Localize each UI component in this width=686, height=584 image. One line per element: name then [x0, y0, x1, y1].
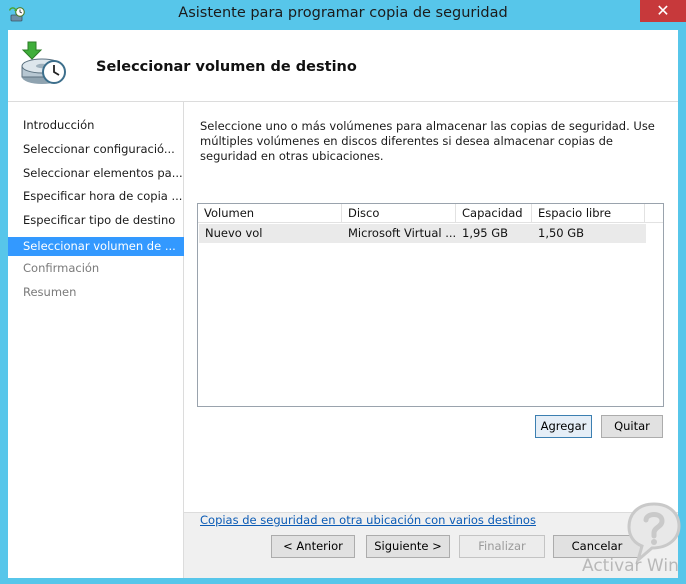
column-header-espacio-libre[interactable]: Espacio libre: [532, 204, 645, 223]
multiple-destinations-link[interactable]: Copias de seguridad en otra ubicación co…: [200, 513, 536, 527]
remove-button[interactable]: Quitar: [601, 415, 663, 438]
nav-item-confirmacion: Confirmación: [23, 261, 100, 275]
column-header-disco[interactable]: Disco: [342, 204, 456, 223]
cell-volumen: Nuevo vol: [205, 226, 263, 240]
close-button[interactable]: ✕: [640, 0, 686, 22]
footer-divider: [184, 512, 678, 513]
wizard-nav: Introducción Seleccionar configuració...…: [8, 102, 184, 578]
nav-item-seleccionar-elementos[interactable]: Seleccionar elementos pa...: [8, 164, 184, 183]
activation-watermark: Activar Win: [582, 556, 679, 576]
content-panel: Seleccione uno o más volúmenes para alma…: [184, 102, 678, 527]
description-text: Seleccione uno o más volúmenes para alma…: [200, 119, 655, 163]
cell-disco: Microsoft Virtual ...: [348, 226, 456, 240]
wizard-header: Seleccionar volumen de destino: [8, 30, 678, 102]
backup-wizard-icon: [21, 41, 66, 84]
title-bar[interactable]: Asistente para programar copia de seguri…: [0, 0, 686, 30]
cell-capacidad: 1,95 GB: [462, 226, 509, 240]
table-row[interactable]: Nuevo vol Microsoft Virtual ... 1,95 GB …: [199, 224, 646, 243]
cell-espacio-libre: 1,50 GB: [538, 226, 585, 240]
nav-item-especificar-tipo-destino[interactable]: Especificar tipo de destino: [8, 211, 184, 230]
nav-item-seleccionar-configuracion[interactable]: Seleccionar configuració...: [8, 140, 184, 159]
window-title: Asistente para programar copia de seguri…: [178, 5, 508, 21]
volume-table[interactable]: Volumen Disco Capacidad Espacio libre Nu…: [197, 203, 664, 407]
page-title: Seleccionar volumen de destino: [96, 59, 357, 75]
column-header-capacidad[interactable]: Capacidad: [456, 204, 532, 223]
finish-button: Finalizar: [459, 535, 545, 558]
table-header: Volumen Disco Capacidad Espacio libre: [198, 204, 663, 223]
wizard-body: Seleccionar volumen de destino Introducc…: [8, 30, 678, 578]
help-question-icon: [627, 502, 681, 564]
nav-item-introduccion[interactable]: Introducción: [8, 116, 184, 135]
column-header-volumen[interactable]: Volumen: [198, 204, 342, 223]
next-button[interactable]: Siguiente >: [366, 535, 450, 558]
add-button[interactable]: Agregar: [535, 415, 592, 438]
nav-item-especificar-hora[interactable]: Especificar hora de copia ...: [8, 187, 184, 206]
nav-item-seleccionar-volumen[interactable]: Seleccionar volumen de ...: [8, 237, 184, 256]
wizard-window: Asistente para programar copia de seguri…: [0, 0, 686, 584]
nav-item-resumen: Resumen: [23, 285, 77, 299]
back-button[interactable]: < Anterior: [271, 535, 355, 558]
